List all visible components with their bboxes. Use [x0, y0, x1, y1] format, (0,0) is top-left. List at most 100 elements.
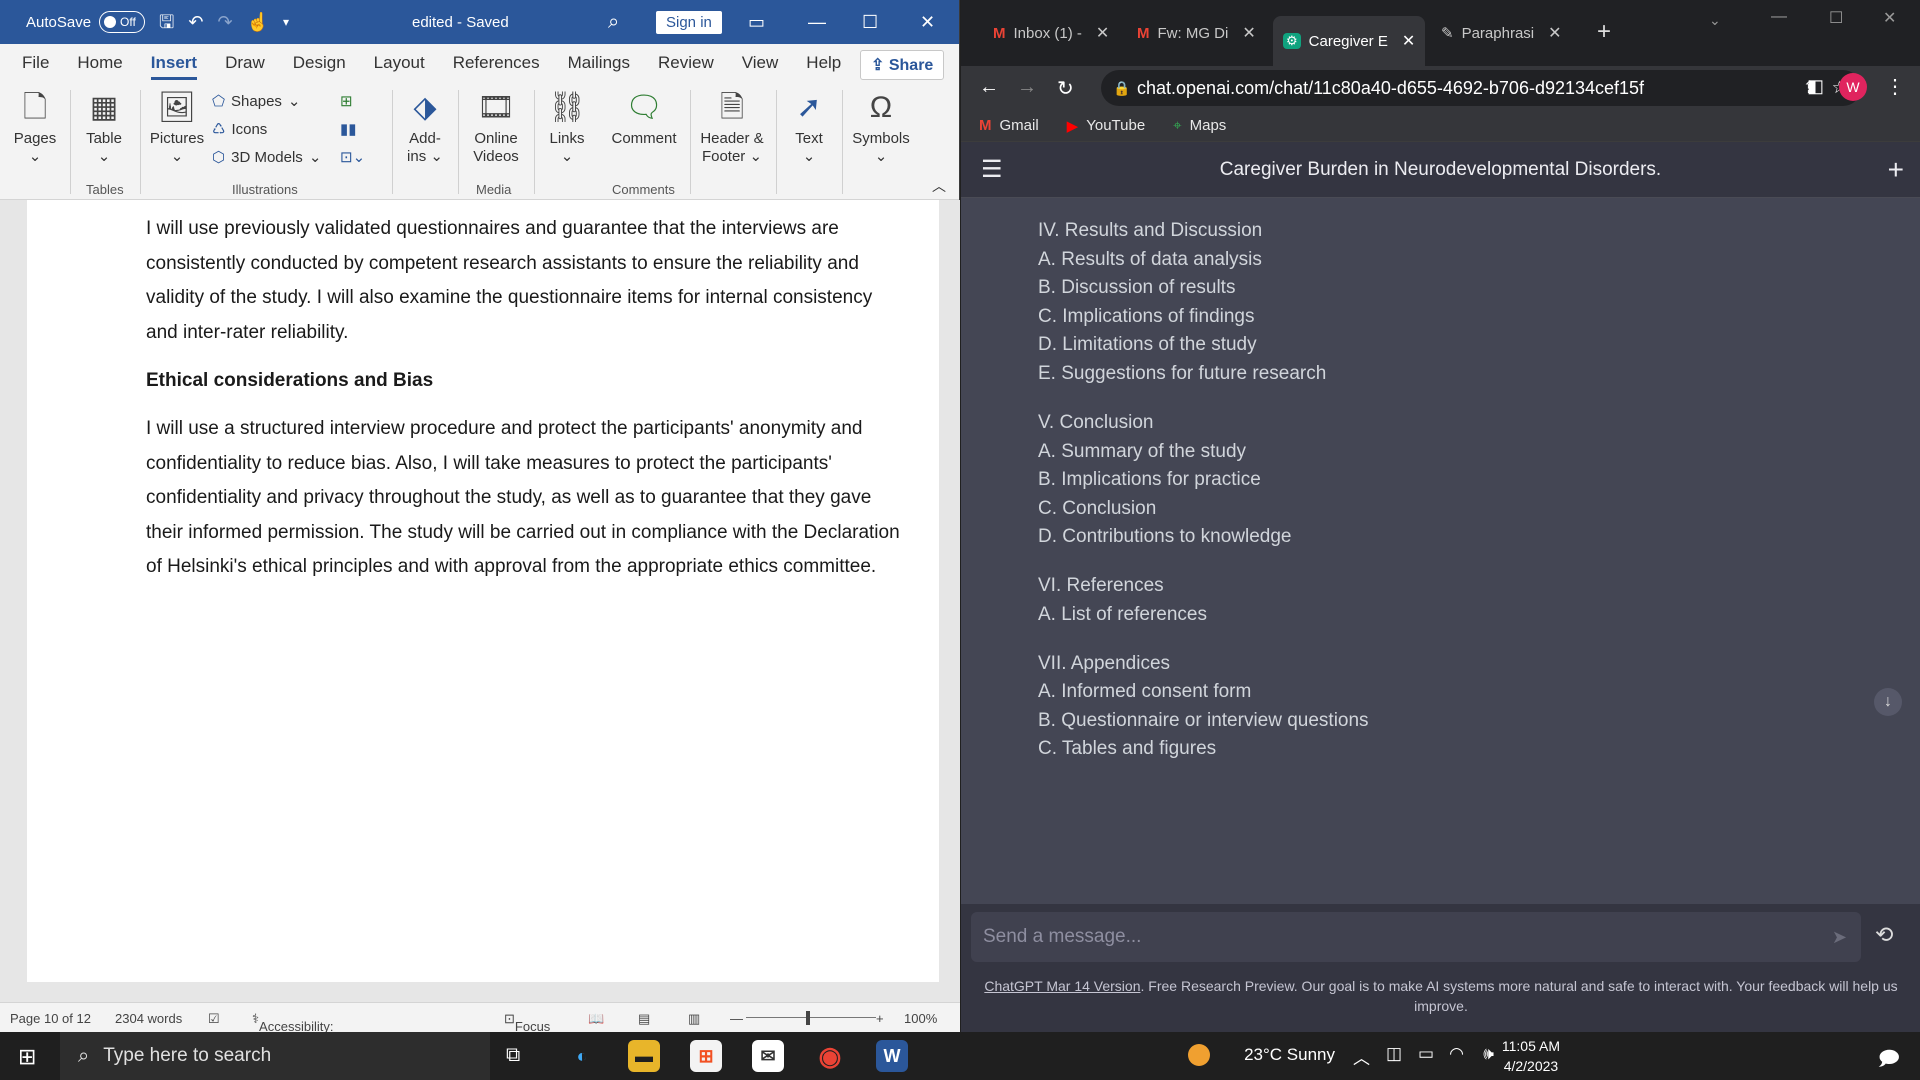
tab-view[interactable]: View	[742, 47, 779, 79]
pictures-button[interactable]: 🖼 Pictures ⌄	[148, 90, 206, 166]
icons-button[interactable]: ♺ Icons	[212, 120, 267, 139]
bookmark-gmail[interactable]: M Gmail	[979, 117, 1039, 134]
store-icon[interactable]: ⊞	[690, 1040, 722, 1072]
tab-home[interactable]: Home	[77, 47, 122, 79]
undo-icon[interactable]: ↶	[188, 13, 203, 31]
save-icon[interactable]: 🖫	[159, 13, 174, 31]
more-menu-icon[interactable]: ⋮	[1885, 74, 1905, 99]
online-videos-button[interactable]: 🎞 Online Videos	[466, 90, 526, 166]
search-icon[interactable]: ⌕	[608, 11, 619, 34]
tab-inbox[interactable]: M Inbox (1) - ✕	[983, 16, 1119, 50]
word-icon[interactable]: W	[876, 1040, 908, 1072]
meet-icon[interactable]: ◫	[1386, 1044, 1402, 1064]
document-title[interactable]: edited - Saved	[412, 14, 509, 31]
maximize-icon[interactable]: ☐	[862, 12, 878, 33]
tab-search-icon[interactable]: ⌄	[1709, 12, 1721, 29]
maximize-icon[interactable]: ☐	[1829, 8, 1843, 28]
menu-icon[interactable]: ☰	[981, 155, 1003, 184]
page-count[interactable]: Page 10 of 12	[10, 1011, 91, 1026]
wifi-icon[interactable]: ◠	[1449, 1044, 1464, 1064]
autosave-control[interactable]: AutoSave Off	[26, 11, 146, 33]
proofing-icon[interactable]: ☑	[208, 1011, 220, 1027]
table-button[interactable]: ▦ Table ⌄	[78, 90, 130, 166]
collapse-ribbon-icon[interactable]: ︿	[932, 176, 946, 196]
new-tab-icon[interactable]: +	[1597, 18, 1611, 46]
close-icon[interactable]: ✕	[1883, 8, 1896, 28]
clock[interactable]: 11:05 AM 4/2/2023	[1502, 1036, 1560, 1076]
mail-icon[interactable]: ✉	[752, 1040, 784, 1072]
tab-references[interactable]: References	[453, 47, 540, 79]
tab-paraphrasing[interactable]: ✎ Paraphrasi ✕	[1431, 16, 1572, 50]
zoom-slider-handle[interactable]	[806, 1011, 810, 1025]
share-button[interactable]: ⇪ Share	[860, 50, 945, 80]
chart-icon[interactable]: ▮▮	[340, 120, 357, 138]
shapes-button[interactable]: ⬠ Shapes ⌄	[212, 92, 301, 111]
print-layout-icon[interactable]: ▤	[638, 1011, 650, 1027]
windows-start-icon[interactable]: ⊞	[18, 1044, 36, 1070]
taskbar-search[interactable]: ⌕ Type here to search	[60, 1032, 490, 1080]
pages-button[interactable]: 🗋 Pages ⌄	[10, 90, 60, 166]
tab-file[interactable]: File	[22, 47, 49, 79]
touch-mode-icon[interactable]: ☝	[247, 13, 269, 31]
zoom-out-icon[interactable]: —	[730, 1011, 743, 1026]
tab-fw-mg[interactable]: M Fw: MG Di ✕	[1127, 16, 1266, 50]
read-mode-icon[interactable]: 📖	[588, 1011, 604, 1027]
tab-review[interactable]: Review	[658, 47, 714, 79]
tab-insert[interactable]: Insert	[150, 47, 198, 80]
message-input[interactable]: Send a message... ➤	[971, 912, 1861, 962]
side-panel-icon[interactable]: ◧	[1807, 76, 1824, 97]
volume-icon[interactable]: 🕪	[1483, 1044, 1494, 1064]
task-view-icon[interactable]: ⧉	[506, 1044, 520, 1067]
comment-button[interactable]: 🗨 Comment	[604, 90, 684, 148]
screenshot-icon[interactable]: ⊡⌄	[340, 148, 365, 166]
symbols-button[interactable]: Ω Symbols ⌄	[850, 90, 912, 166]
battery-icon[interactable]: ▭	[1418, 1044, 1434, 1064]
back-icon[interactable]: ←	[979, 76, 999, 99]
minimize-icon[interactable]: —	[808, 12, 826, 33]
add-ins-button[interactable]: ⬗ Add-ins ⌄	[400, 90, 450, 166]
zoom-level[interactable]: 100%	[904, 1011, 937, 1026]
zoom-slider[interactable]	[746, 1017, 876, 1018]
word-count[interactable]: 2304 words	[115, 1011, 182, 1026]
document-page[interactable]: I will use previously validated question…	[27, 200, 939, 982]
weather-text[interactable]: 23°C Sunny	[1244, 1045, 1335, 1065]
tab-draw[interactable]: Draw	[225, 47, 265, 79]
customize-toolbar-icon[interactable]: ▾	[283, 16, 289, 28]
chevron-up-icon[interactable]: ︿	[1353, 1044, 1370, 1069]
edge-icon[interactable]: ◐	[566, 1040, 598, 1072]
text-button[interactable]: ➚ Text ⌄	[784, 90, 834, 166]
redo-icon[interactable]: ↷	[217, 13, 232, 31]
tab-layout[interactable]: Layout	[374, 47, 425, 79]
3d-models-button[interactable]: ⬡ 3D Models ⌄	[212, 148, 321, 167]
forward-icon[interactable]: →	[1017, 76, 1037, 99]
smartart-icon[interactable]: ⊞	[340, 92, 353, 110]
profile-avatar[interactable]: W	[1839, 73, 1867, 101]
header-footer-button[interactable]: 🗎 Header & Footer ⌄	[696, 90, 768, 166]
zoom-in-icon[interactable]: +	[876, 1011, 884, 1026]
tab-help[interactable]: Help	[806, 47, 841, 79]
chrome-icon[interactable]: ◉	[814, 1040, 846, 1072]
bookmark-maps[interactable]: ⌖ Maps	[1173, 117, 1226, 134]
send-icon[interactable]: ➤	[1832, 927, 1847, 948]
version-link[interactable]: ChatGPT Mar 14 Version	[984, 978, 1140, 994]
tab-mailings[interactable]: Mailings	[568, 47, 630, 79]
url-bar[interactable]: 🔒 chat.openai.com/chat/11c80a40-d655-469…	[1101, 70, 1861, 106]
accessibility-status[interactable]: ⚕ Accessibility: Good to go	[252, 1011, 333, 1049]
new-chat-icon[interactable]: +	[1888, 154, 1904, 186]
regenerate-icon[interactable]: ⟲	[1875, 922, 1893, 948]
notifications-icon[interactable]: 🗩	[1878, 1044, 1900, 1078]
ribbon-display-icon[interactable]: ▭	[748, 12, 765, 33]
sign-in-button[interactable]: Sign in	[656, 10, 722, 34]
minimize-icon[interactable]: —	[1771, 8, 1787, 26]
scroll-down-icon[interactable]: ↓	[1874, 688, 1902, 716]
file-explorer-icon[interactable]: ▬	[628, 1040, 660, 1072]
tab-caregiver[interactable]: ⚙ Caregiver E ✕	[1273, 16, 1426, 66]
focus-button[interactable]: ⊡ Focus	[504, 1011, 550, 1034]
tab-design[interactable]: Design	[293, 47, 346, 79]
bookmark-youtube[interactable]: ▶ YouTube	[1067, 117, 1146, 135]
reload-icon[interactable]: ↻	[1057, 76, 1074, 101]
web-layout-icon[interactable]: ▥	[688, 1011, 700, 1027]
autosave-toggle[interactable]: Off	[99, 11, 146, 33]
close-icon[interactable]: ✕	[920, 12, 935, 33]
links-button[interactable]: ⛓ Links ⌄	[542, 90, 592, 166]
